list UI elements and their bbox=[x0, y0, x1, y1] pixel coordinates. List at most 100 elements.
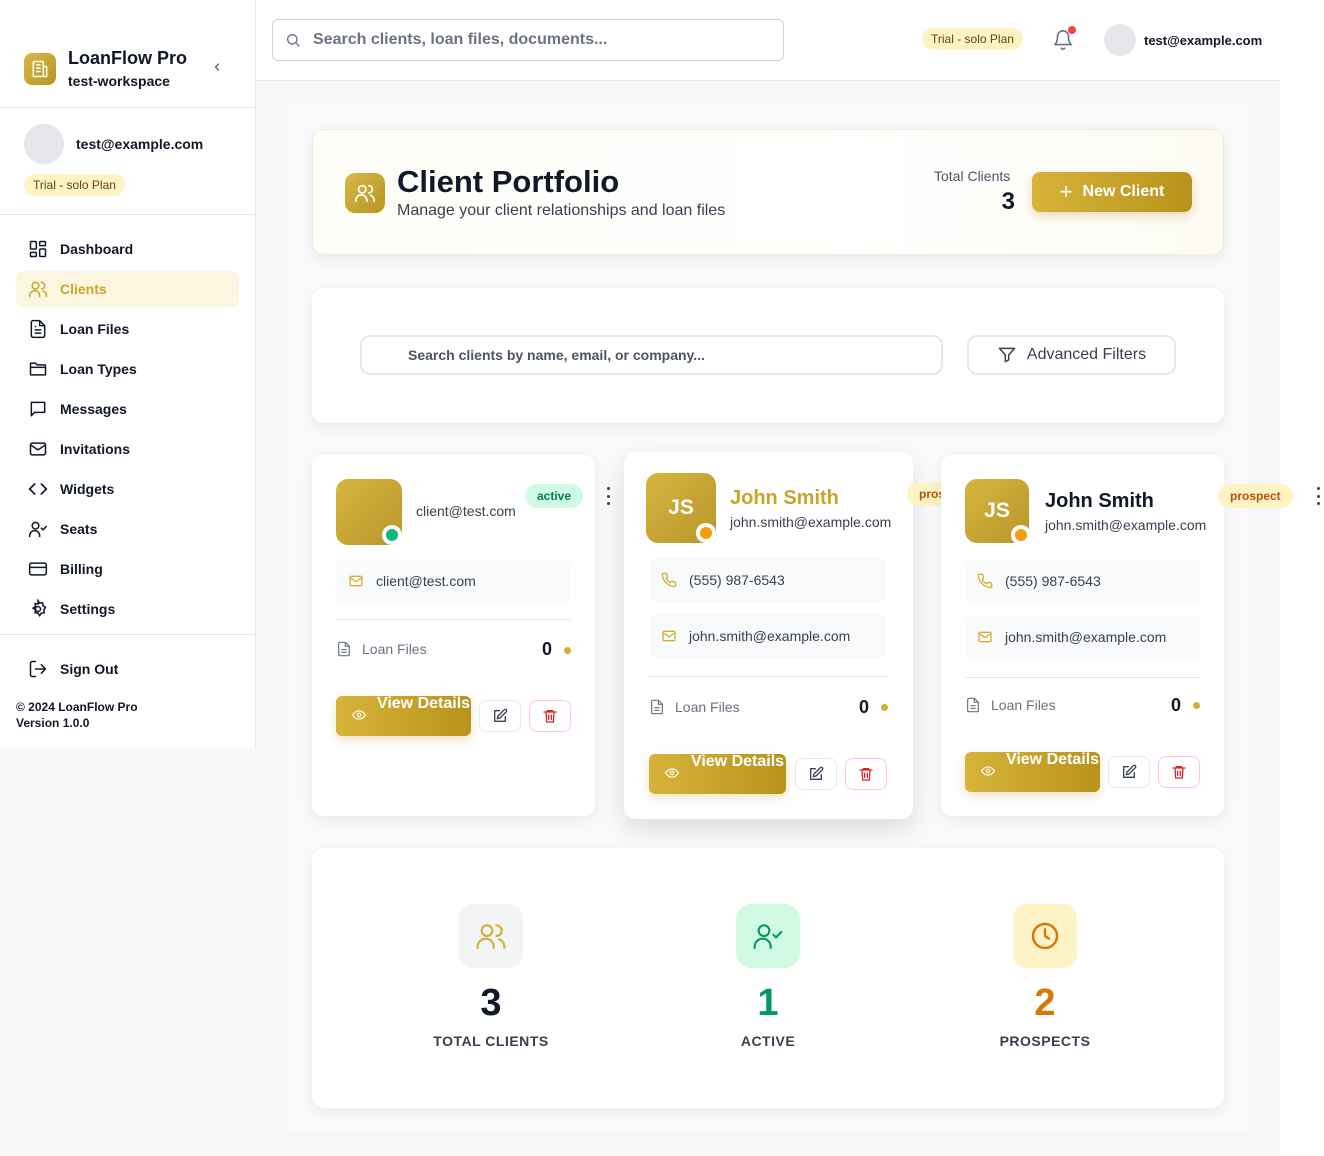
copyright: © 2024 LoanFlow Pro bbox=[16, 700, 138, 714]
sidebar-item-billing[interactable]: Billing bbox=[16, 551, 239, 587]
plan-badge: Trial - solo Plan bbox=[922, 28, 1023, 50]
phone-icon bbox=[661, 572, 677, 588]
client-card[interactable]: JS John Smith john.smith@example.com pro… bbox=[624, 452, 982, 819]
edit-button[interactable] bbox=[479, 700, 521, 732]
view-details-button[interactable]: View Details bbox=[965, 751, 1100, 792]
view-details-button[interactable]: View Details bbox=[649, 753, 786, 794]
sidebar-user-email: test@example.com bbox=[76, 136, 204, 152]
delete-button[interactable] bbox=[529, 700, 571, 732]
building-icon bbox=[24, 52, 56, 85]
client-email: john.smith@example.com bbox=[1045, 517, 1207, 533]
status-dot bbox=[382, 525, 402, 545]
global-search-input[interactable] bbox=[313, 31, 753, 49]
sidebar-item-seats[interactable]: Seats bbox=[16, 511, 239, 547]
version: Version 1.0.0 bbox=[16, 716, 90, 730]
divider bbox=[336, 619, 571, 620]
portfolio-header: Client Portfolio Manage your client rela… bbox=[312, 129, 1224, 255]
client-email: john.smith@example.com bbox=[689, 628, 851, 644]
stat-label: ACTIVE bbox=[740, 1033, 796, 1049]
sidebar-item-label: Messages bbox=[60, 401, 127, 417]
client-stats: 3 TOTAL CLIENTS 1 ACTIVE 2 PROSPECTS bbox=[312, 848, 1224, 1108]
new-client-button[interactable]: + New Client bbox=[1032, 172, 1192, 212]
stat-label: TOTAL CLIENTS bbox=[433, 1033, 549, 1049]
total-clients-label: Total Clients bbox=[934, 168, 1011, 184]
client-email-row: client@test.com bbox=[336, 559, 571, 603]
topbar-user-email[interactable]: test@example.com bbox=[1144, 33, 1262, 48]
plan-badge: Trial - solo Plan bbox=[24, 174, 125, 196]
client-card[interactable]: client@test.com active client@test.com L… bbox=[312, 455, 610, 816]
new-client-label: New Client bbox=[1082, 183, 1165, 200]
chevron-left-icon[interactable] bbox=[208, 58, 226, 76]
client-email-row: john.smith@example.com bbox=[649, 614, 887, 658]
view-details-label: View Details bbox=[376, 695, 471, 712]
sidebar-item-messages[interactable]: Messages bbox=[16, 391, 239, 427]
sidebar-item-loan-files[interactable]: Loan Files bbox=[16, 311, 239, 347]
client-card[interactable]: JS John Smith john.smith@example.com pro… bbox=[941, 455, 1320, 816]
client-name: John Smith bbox=[1045, 490, 1154, 512]
user-check-icon bbox=[28, 521, 48, 538]
sidebar-item-label: Loan Types bbox=[60, 361, 137, 377]
sidebar-item-clients[interactable]: Clients bbox=[16, 271, 239, 307]
client-phone-row: (555) 987-6543 bbox=[965, 559, 1200, 603]
status-badge: prospect bbox=[1218, 484, 1293, 508]
sidebar: LoanFlow Pro test-workspace test@example… bbox=[0, 0, 256, 747]
more-icon[interactable] bbox=[604, 487, 612, 505]
client-phone-row: (555) 987-6543 bbox=[649, 558, 887, 602]
loan-files-count: 0 bbox=[859, 697, 870, 717]
loan-files-count: 0 bbox=[542, 639, 553, 659]
total-clients-value: 3 bbox=[1001, 188, 1015, 215]
sidebar-item-loan-types[interactable]: Loan Types bbox=[16, 351, 239, 387]
folder-icon bbox=[29, 362, 47, 376]
file-icon bbox=[967, 697, 979, 713]
sidebar-item-invitations[interactable]: Invitations bbox=[16, 431, 239, 467]
stat-value: 3 bbox=[480, 982, 502, 1024]
filter-bar: Advanced Filters bbox=[312, 288, 1224, 423]
trash-icon bbox=[543, 710, 557, 723]
advanced-filters-button[interactable]: Advanced Filters bbox=[967, 335, 1176, 375]
client-search-input[interactable] bbox=[408, 347, 908, 363]
edit-button[interactable] bbox=[1108, 756, 1150, 788]
sidebar-item-dashboard[interactable]: Dashboard bbox=[16, 231, 239, 267]
more-icon[interactable] bbox=[1314, 487, 1322, 505]
edit-icon bbox=[494, 708, 508, 722]
sidebar-item-label: Invitations bbox=[60, 441, 131, 457]
brand[interactable]: LoanFlow Pro test-workspace bbox=[24, 48, 187, 89]
delete-button[interactable] bbox=[845, 758, 887, 790]
topbar: Trial - solo Plan test@example.com bbox=[256, 0, 1280, 81]
mail-icon bbox=[662, 630, 676, 642]
sidebar-item-label: Billing bbox=[60, 561, 103, 577]
view-details-label: View Details bbox=[690, 753, 785, 770]
sidebar-item-settings[interactable]: Settings bbox=[16, 591, 239, 627]
sidebar-item-label: Loan Files bbox=[60, 321, 130, 337]
status-dot bbox=[696, 523, 716, 543]
loan-files-text: Loan Files bbox=[362, 641, 427, 657]
logout-icon bbox=[29, 660, 47, 678]
sidebar-user[interactable]: test@example.com bbox=[24, 124, 203, 164]
client-email: client@test.com bbox=[376, 573, 476, 589]
plus-icon: + bbox=[1059, 179, 1073, 204]
view-details-button[interactable]: View Details bbox=[336, 695, 471, 736]
loan-files-text: Loan Files bbox=[991, 697, 1056, 713]
eye-icon bbox=[665, 768, 679, 778]
sign-out-label: Sign Out bbox=[60, 661, 119, 677]
notification-dot bbox=[1068, 26, 1076, 34]
loan-files-label: Loan Files bbox=[649, 699, 740, 715]
edit-button[interactable] bbox=[795, 758, 837, 790]
sidebar-item-widgets[interactable]: Widgets bbox=[16, 471, 239, 507]
divider bbox=[649, 676, 887, 677]
client-search[interactable] bbox=[360, 335, 943, 375]
delete-button[interactable] bbox=[1158, 756, 1200, 788]
sidebar-item-label: Clients bbox=[60, 281, 107, 297]
sign-out-button[interactable]: Sign Out bbox=[28, 659, 118, 679]
message-icon bbox=[30, 401, 46, 417]
stat-value: 2 bbox=[1034, 982, 1056, 1024]
dashboard-icon bbox=[29, 240, 47, 258]
eye-icon bbox=[352, 710, 366, 720]
file-icon bbox=[30, 319, 46, 339]
client-email: john.smith@example.com bbox=[1005, 629, 1167, 645]
credit-card-icon bbox=[28, 562, 48, 576]
sidebar-nav: Dashboard Clients Loan Files Loan Types … bbox=[16, 231, 239, 631]
avatar[interactable] bbox=[1104, 24, 1136, 56]
global-search[interactable] bbox=[272, 19, 784, 61]
divider bbox=[0, 634, 256, 635]
